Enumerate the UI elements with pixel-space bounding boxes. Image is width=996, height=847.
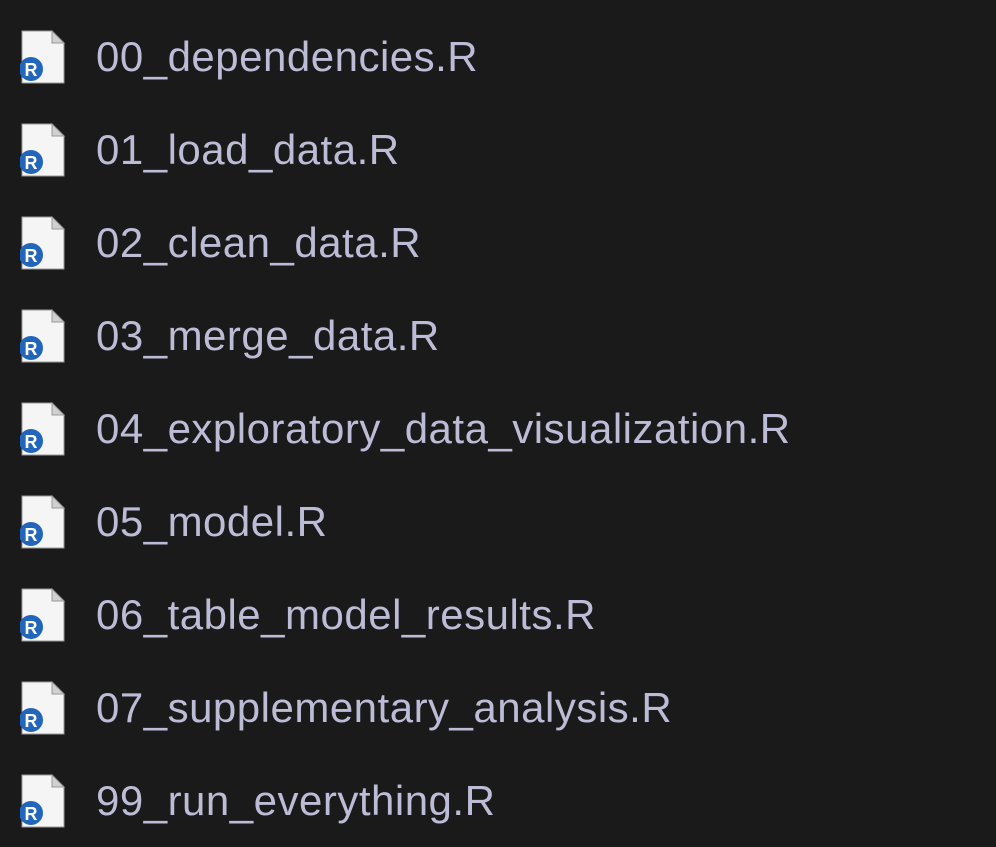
- file-item[interactable]: R 06_table_model_results.R: [20, 568, 976, 661]
- svg-text:R: R: [25, 804, 38, 824]
- file-item[interactable]: R 99_run_everything.R: [20, 754, 976, 847]
- svg-text:R: R: [25, 153, 38, 173]
- r-file-icon: R: [20, 29, 66, 85]
- r-file-icon: R: [20, 401, 66, 457]
- svg-text:R: R: [25, 60, 38, 80]
- svg-text:R: R: [25, 711, 38, 731]
- r-file-icon: R: [20, 494, 66, 550]
- file-item[interactable]: R 04_exploratory_data_visualization.R: [20, 382, 976, 475]
- r-file-icon: R: [20, 773, 66, 829]
- file-name: 01_load_data.R: [96, 126, 400, 174]
- file-item[interactable]: R 02_clean_data.R: [20, 196, 976, 289]
- svg-text:R: R: [25, 432, 38, 452]
- r-file-icon: R: [20, 587, 66, 643]
- r-file-icon: R: [20, 122, 66, 178]
- svg-text:R: R: [25, 525, 38, 545]
- file-name: 00_dependencies.R: [96, 33, 478, 81]
- r-file-icon: R: [20, 680, 66, 736]
- svg-text:R: R: [25, 246, 38, 266]
- file-name: 07_supplementary_analysis.R: [96, 684, 672, 732]
- file-list: R 00_dependencies.R R 01_load_data.R R 0…: [20, 10, 976, 847]
- svg-text:R: R: [25, 618, 38, 638]
- file-name: 02_clean_data.R: [96, 219, 421, 267]
- file-item[interactable]: R 05_model.R: [20, 475, 976, 568]
- svg-text:R: R: [25, 339, 38, 359]
- file-name: 03_merge_data.R: [96, 312, 440, 360]
- file-name: 05_model.R: [96, 498, 327, 546]
- file-name: 04_exploratory_data_visualization.R: [96, 405, 791, 453]
- file-name: 06_table_model_results.R: [96, 591, 596, 639]
- r-file-icon: R: [20, 308, 66, 364]
- file-item[interactable]: R 00_dependencies.R: [20, 10, 976, 103]
- r-file-icon: R: [20, 215, 66, 271]
- file-item[interactable]: R 01_load_data.R: [20, 103, 976, 196]
- file-item[interactable]: R 03_merge_data.R: [20, 289, 976, 382]
- file-item[interactable]: R 07_supplementary_analysis.R: [20, 661, 976, 754]
- file-name: 99_run_everything.R: [96, 777, 495, 825]
